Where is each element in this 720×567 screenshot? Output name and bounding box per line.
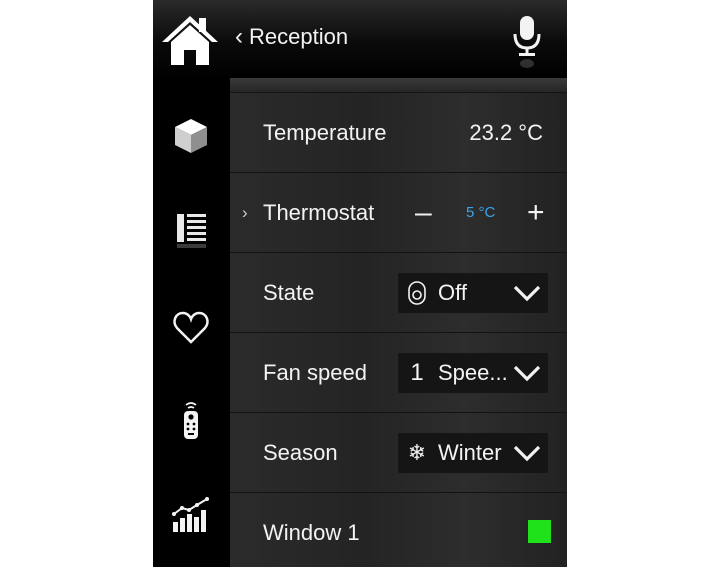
sidebar-item-rooms[interactable] [167, 113, 215, 161]
back-label: Reception [249, 24, 349, 49]
fan-speed-dropdown[interactable]: 1 Spee... [398, 353, 548, 393]
row-thermostat[interactable]: › Thermostat – 5 °C + [230, 173, 567, 253]
state-label: State [263, 280, 315, 305]
list-top-strip [230, 78, 567, 93]
cube-icon [175, 119, 207, 153]
row-temperature: Temperature 23.2 °C [230, 93, 567, 173]
sidebar-item-statistics[interactable] [167, 492, 215, 540]
back-button[interactable]: ‹ Reception [235, 20, 348, 54]
remote-control-icon [184, 402, 198, 439]
microphone-icon [513, 16, 541, 68]
row-window: Window 1 [230, 493, 567, 567]
power-knob-icon [406, 281, 428, 305]
sidebar-item-list[interactable] [167, 206, 215, 254]
window-label: Window 1 [263, 520, 360, 545]
row-season: Season ❄ Winter [230, 413, 567, 493]
row-state: State Off [230, 253, 567, 333]
voice-button[interactable] [509, 14, 545, 70]
list-panel-icon [177, 214, 206, 248]
bar-chart-icon [172, 497, 209, 532]
window-status-indicator [528, 520, 551, 543]
device-list: Temperature 23.2 °C › Thermostat – 5 °C … [230, 78, 567, 567]
temperature-label: Temperature [263, 120, 387, 145]
row-fan-speed: Fan speed 1 Spee... [230, 333, 567, 413]
sidebar-item-remote[interactable] [167, 398, 215, 446]
fan-speed-selected: Spee... [438, 360, 508, 385]
header-bar: ‹ Reception [153, 0, 567, 78]
sidebar [153, 78, 230, 567]
season-selected: Winter [438, 440, 502, 465]
decrease-button[interactable]: – [415, 173, 432, 252]
state-dropdown[interactable]: Off [398, 273, 548, 313]
increase-button[interactable]: + [527, 173, 545, 252]
sidebar-item-favorites[interactable] [167, 304, 215, 352]
temperature-value: 23.2 °C [469, 120, 543, 145]
app-window: ‹ Reception Temperature 23.2 °C › Thermo… [153, 0, 567, 567]
fan-speed-label: Fan speed [263, 360, 367, 385]
state-selected: Off [438, 280, 467, 305]
chevron-down-icon [513, 365, 541, 382]
heart-icon [173, 311, 209, 344]
home-button[interactable] [159, 12, 221, 68]
chevron-right-icon: › [242, 203, 248, 222]
chevron-down-icon [513, 285, 541, 302]
thermostat-setpoint: 5 °C [466, 204, 496, 221]
season-dropdown[interactable]: ❄ Winter [398, 433, 548, 473]
snowflake-icon: ❄ [407, 440, 427, 465]
home-icon [162, 16, 218, 65]
thermostat-label: Thermostat [263, 200, 375, 225]
chevron-down-icon [513, 445, 541, 462]
season-label: Season [263, 440, 338, 465]
fan-speed-one-icon: 1 [410, 359, 424, 386]
chevron-left-icon: ‹ [235, 23, 243, 50]
